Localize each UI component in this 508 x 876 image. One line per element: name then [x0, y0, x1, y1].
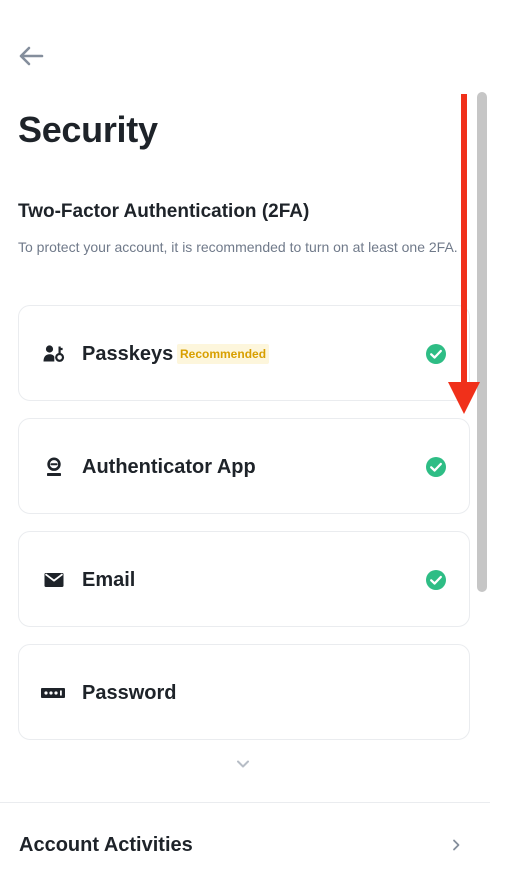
method-card-email[interactable]: Email — [18, 531, 470, 627]
method-label-email: Email — [82, 569, 136, 591]
arrow-left-icon — [19, 46, 44, 66]
check-circle-icon — [426, 457, 446, 477]
chevron-down-icon — [237, 760, 249, 768]
chevron-right-icon — [453, 839, 460, 851]
method-label-password: Password — [82, 682, 177, 704]
back-button[interactable] — [16, 44, 44, 68]
show-more-button[interactable] — [234, 757, 252, 771]
account-activities-label: Account Activities — [19, 834, 193, 856]
passkey-icon — [43, 344, 65, 364]
section-title-2fa: Two-Factor Authentication (2FA) — [18, 201, 310, 222]
check-circle-icon — [426, 570, 446, 590]
check-circle-icon — [426, 344, 446, 364]
method-card-passkeys[interactable]: Passkeys Recommended — [18, 305, 470, 401]
authenticator-icon — [43, 457, 65, 477]
password-icon — [40, 683, 66, 703]
method-card-authenticator-app[interactable]: Authenticator App — [18, 418, 470, 514]
section-divider — [0, 802, 490, 803]
recommended-badge: Recommended — [177, 344, 270, 364]
method-label-authenticator-app: Authenticator App — [82, 456, 256, 478]
envelope-icon — [43, 570, 65, 590]
scroll-down-arrow-annotation — [448, 94, 480, 414]
method-card-password[interactable]: Password — [18, 644, 470, 740]
page-title: Security — [18, 109, 158, 150]
account-activities-row[interactable]: Account Activities — [0, 818, 490, 874]
section-description-2fa: To protect your account, it is recommend… — [18, 239, 458, 255]
method-label-passkeys: Passkeys — [82, 343, 174, 365]
